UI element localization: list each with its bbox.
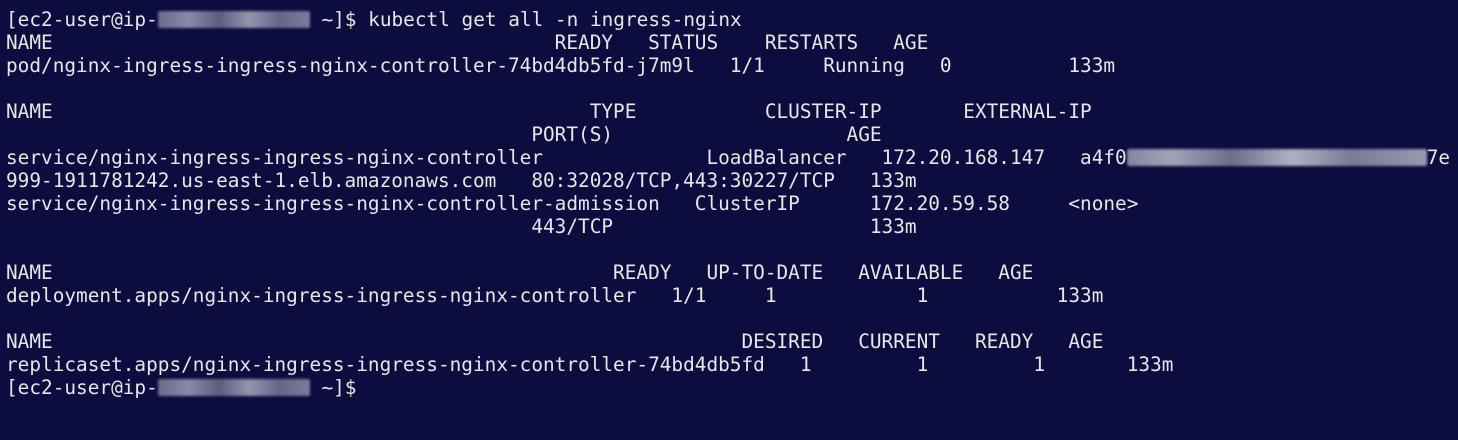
command-line: [ec2-user@ip- ~]$ kubectl get all -n ing…: [6, 8, 1458, 31]
replicaset-row: replicaset.apps/nginx-ingress-ingress-ng…: [6, 353, 1174, 376]
services-header-1: NAME TYPE CLUSTER-IP EXTERNAL-IP: [6, 100, 1092, 123]
deployment-row: deployment.apps/nginx-ingress-ingress-ng…: [6, 284, 1104, 307]
service-row-controller-text: service/nginx-ingress-ingress-nginx-cont…: [6, 146, 1127, 169]
service-row-admission: service/nginx-ingress-ingress-nginx-cont…: [6, 192, 1139, 215]
service-row-controller-end: 7e: [1426, 146, 1451, 169]
pod-row: pod/nginx-ingress-ingress-nginx-controll…: [6, 54, 1116, 77]
service-row-controller-cont: 999-1911781242.us-east-1.elb.amazonaws.c…: [6, 169, 917, 192]
pods-header: NAME READY STATUS RESTARTS AGE: [6, 31, 929, 54]
services-header-2: PORT(S) AGE: [6, 123, 882, 146]
prompt-user: [ec2-user@ip-: [6, 376, 158, 399]
terminal-window[interactable]: [ec2-user@ip- ~]$ kubectl get all -n ing…: [0, 0, 1458, 440]
prompt-suffix: ~]$: [309, 8, 357, 31]
replicasets-header: NAME DESIRED CURRENT READY AGE: [6, 330, 1104, 353]
redacted-ip: [157, 10, 310, 28]
redacted-ip: [157, 378, 310, 396]
command-text: kubectl get all -n ingress-nginx: [356, 8, 742, 31]
prompt-line[interactable]: [ec2-user@ip- ~]$: [6, 376, 1458, 399]
prompt-suffix: ~]$: [309, 376, 357, 399]
service-row-controller: service/nginx-ingress-ingress-nginx-cont…: [6, 146, 1458, 169]
redacted-external-ip: [1126, 148, 1427, 166]
service-row-admission-cont: 443/TCP 133m: [6, 215, 917, 238]
prompt-user: [ec2-user@ip-: [6, 8, 158, 31]
deployments-header: NAME READY UP-TO-DATE AVAILABLE AGE: [6, 261, 1034, 284]
